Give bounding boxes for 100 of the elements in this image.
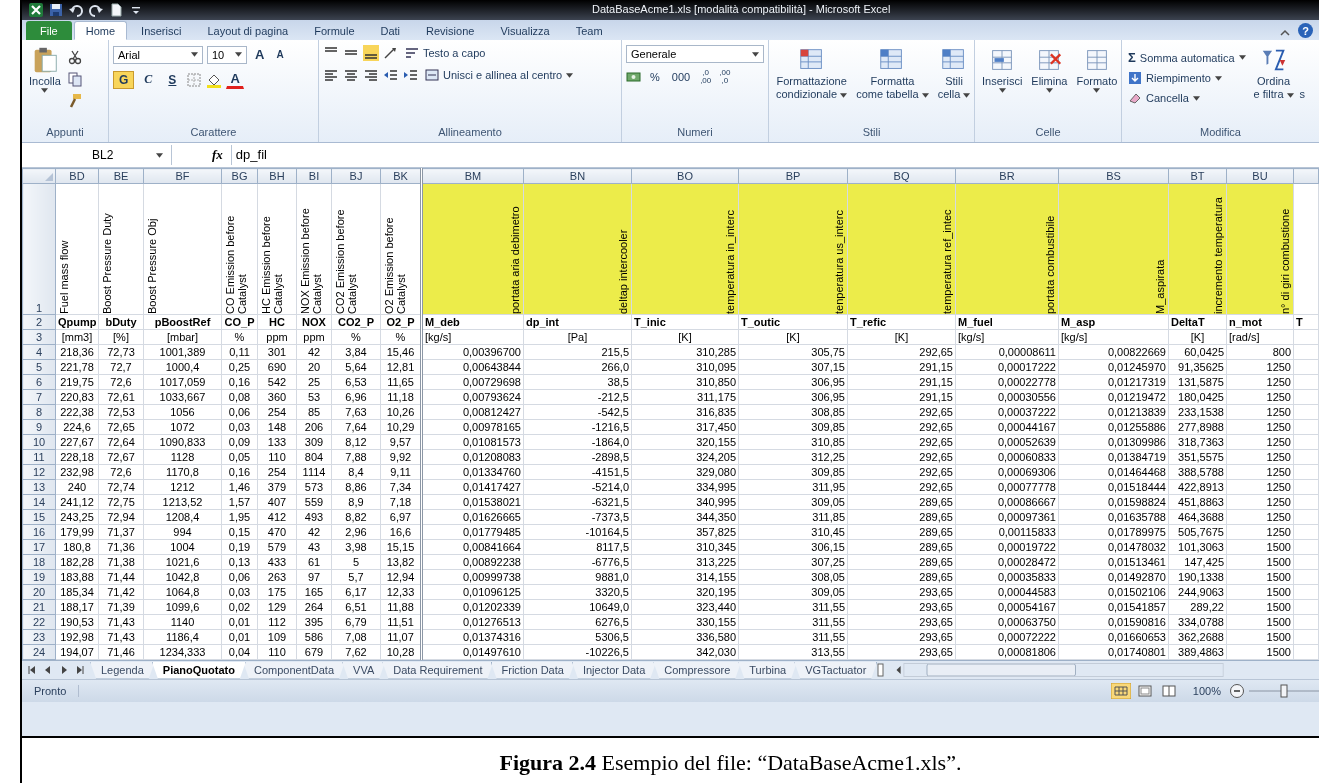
font-name-field[interactable]: Arial [113, 45, 203, 64]
zoom-level[interactable]: 100% [1192, 685, 1221, 697]
column-header[interactable]: BS [1106, 170, 1121, 182]
row-header[interactable]: 1 [35, 302, 43, 314]
sheet-tab[interactable]: VGTactuator [794, 661, 878, 679]
row-header[interactable]: 7 [35, 390, 43, 403]
cells-button[interactable]: Inserisci [979, 45, 1026, 93]
ribbon-tab[interactable]: Dati [368, 21, 413, 40]
column-header[interactable]: BO [677, 170, 693, 182]
column-header[interactable]: BM [464, 170, 482, 182]
decrease-indent-icon[interactable] [383, 67, 399, 83]
undo-icon[interactable] [68, 2, 84, 18]
bold-button[interactable]: G [113, 70, 135, 89]
percent-button[interactable]: % [646, 69, 664, 85]
normal-view-icon[interactable] [1110, 683, 1131, 699]
table-cell: 1250 [1266, 450, 1291, 463]
underline-button[interactable]: S [162, 70, 183, 89]
paste-button[interactable]: Incolla [26, 45, 64, 93]
number-format-field[interactable]: Generale [626, 45, 764, 63]
row-header[interactable]: 2 [35, 316, 43, 328]
ribbon-tab[interactable]: Layout di pagina [195, 21, 301, 40]
save-icon[interactable] [48, 2, 64, 18]
align-bottom-icon[interactable] [363, 45, 379, 61]
autosum-button[interactable]: Σ Somma automatica [1126, 49, 1248, 66]
currency-icon[interactable] [626, 69, 642, 85]
sheet-tab[interactable]: VVA [342, 661, 386, 679]
ribbon-tab[interactable]: Visualizza [488, 21, 562, 40]
style-button[interactable]: Formattazione condizionale [773, 45, 851, 101]
table-cell: 1000,4 [165, 360, 200, 373]
insert-function-button[interactable]: fx [212, 147, 223, 163]
name-box[interactable]: BL2 [22, 145, 172, 165]
italic-button[interactable]: C [138, 70, 159, 89]
align-right-icon[interactable] [363, 67, 379, 83]
clear-button[interactable]: Cancella [1126, 90, 1202, 106]
thousands-separator-button[interactable]: 000 [667, 69, 695, 85]
slider-thumb[interactable] [1280, 684, 1288, 698]
ribbon-tab[interactable]: Team [563, 21, 615, 40]
text-orientation-icon[interactable] [383, 45, 399, 61]
style-button[interactable]: Formatta come tabella [853, 45, 932, 101]
font-color-button[interactable]: A [226, 70, 244, 89]
horizontal-scrollbar[interactable] [894, 663, 1225, 677]
sheet-tab[interactable]: Compressore [653, 661, 742, 679]
scissors-icon[interactable] [66, 49, 83, 65]
merge-center-button[interactable]: Unisci e allinea al centro [423, 67, 576, 83]
table-cell: 0,00063750 [997, 615, 1056, 628]
row-header[interactable]: 9 [35, 420, 43, 433]
sheet-tab[interactable]: Data Requirement [382, 661, 494, 679]
copy-icon[interactable] [66, 71, 83, 87]
column-header[interactable]: BU [1252, 170, 1268, 182]
field-name: bDuty [105, 316, 137, 328]
increase-indent-icon[interactable] [403, 67, 419, 83]
table-cell: 6,79 [345, 615, 367, 628]
style-button[interactable]: Stili cella [934, 45, 974, 101]
sheet-tab[interactable]: Injector Data [571, 661, 657, 679]
shrink-font-button[interactable]: A [272, 47, 288, 62]
new-document-icon[interactable] [108, 2, 124, 18]
zoom-slider[interactable] [1249, 683, 1319, 699]
sheet-tab[interactable]: PianoQuotato [151, 661, 246, 679]
column-header[interactable]: BN [569, 170, 586, 182]
table-cell: 109 [267, 630, 287, 643]
sheet-navigation-icon[interactable] [26, 664, 86, 676]
help-button[interactable]: ? [1298, 23, 1313, 38]
sheet-tab[interactable]: Friction Data [490, 661, 575, 679]
column-header[interactable]: BF [175, 170, 190, 182]
ribbon-tab[interactable]: File [26, 21, 72, 40]
ribbon-tab[interactable]: Home [73, 21, 128, 40]
sheet-tab[interactable]: ComponentData [242, 661, 346, 679]
zoom-out-icon[interactable] [1229, 683, 1245, 699]
cells-button[interactable]: Elimina [1028, 45, 1071, 93]
row-header[interactable]: 5 [35, 360, 43, 373]
find-select-button[interactable]: s [1299, 88, 1306, 100]
decrease-decimal-button[interactable]: ,00 ,0 [717, 69, 733, 85]
table-cell: 388,5788 [1178, 465, 1224, 478]
table-cell: 292,65 [919, 450, 953, 463]
ribbon-tab[interactable]: Formule [302, 21, 367, 40]
redo-icon[interactable] [88, 2, 104, 18]
column-header[interactable]: BP [785, 170, 801, 182]
field-name: T_inic [634, 316, 666, 328]
font-size-field[interactable]: 10 [207, 45, 247, 64]
fill-button[interactable]: Riempimento [1126, 70, 1224, 86]
sheet-tab[interactable]: Turbina [738, 661, 798, 679]
row-header[interactable]: 6 [35, 375, 43, 388]
caret-icon [566, 72, 574, 78]
row-header[interactable]: 4 [35, 345, 43, 358]
grow-font-button[interactable]: A [251, 45, 269, 64]
column-header[interactable]: BQ [893, 170, 910, 182]
align-center-icon[interactable] [343, 67, 359, 83]
align-left-icon[interactable] [323, 67, 339, 83]
sheet-tab[interactable]: Legenda [90, 661, 155, 679]
ribbon-tab[interactable]: Inserisci [129, 21, 194, 40]
cells-button[interactable]: Formato [1073, 45, 1121, 93]
ribbon-tab[interactable]: Revisione [414, 21, 487, 40]
column-header[interactable]: BR [999, 170, 1015, 182]
row-header[interactable]: 3 [35, 331, 43, 343]
row-header[interactable]: 8 [35, 405, 43, 418]
column-header[interactable]: BT [1190, 170, 1205, 182]
increase-decimal-button[interactable]: ,0 ,00 [698, 69, 714, 85]
sort-filter-button[interactable]: Ordina e filtra [1250, 45, 1297, 101]
wrap-text-button[interactable]: Testo a capo [403, 45, 488, 61]
formula-field[interactable]: dp_fil [230, 145, 1319, 165]
